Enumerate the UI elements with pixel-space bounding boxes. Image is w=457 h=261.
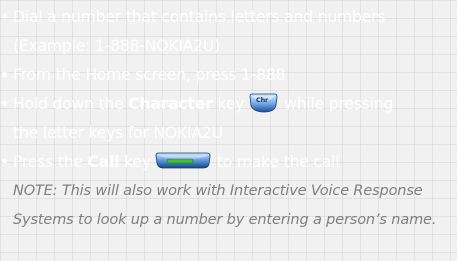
character-key-icon: Chr (249, 93, 278, 112)
instructions-panel: • Dial a number that contains letters and… (0, 0, 457, 261)
step-4-post: to make the call (216, 153, 340, 171)
step-1-text: Dial a number that contains letters and … (13, 8, 386, 26)
step-3-line-2: the letter keys for NOKIA2U (0, 119, 457, 148)
bullet-dot: • (0, 66, 9, 84)
step-3-line-1: • Hold down the Character key Chr while p… (0, 90, 457, 119)
character-key-label: Character (128, 95, 213, 113)
step-3-mid: key (212, 95, 245, 113)
step-1-line-1: • Dial a number that contains letters and… (0, 3, 457, 32)
step-1-line-2: (Example: 1-888-NOKIA2U) (0, 32, 457, 61)
bullet-dot: • (0, 153, 9, 171)
step-3-post: while pressing (284, 95, 394, 113)
bullet-dot: • (0, 8, 9, 26)
call-key-icon (155, 152, 211, 169)
step-1-example: (Example: 1-888-NOKIA2U) (13, 37, 220, 55)
svg-text:Chr: Chr (256, 96, 269, 104)
call-key-label: Call (87, 153, 120, 171)
note-line-2: Systems to look up a number by entering … (0, 206, 457, 235)
step-3-continuation: the letter keys for NOKIA2U (13, 124, 223, 142)
note-line-1: NOTE: This will also work with Interacti… (0, 177, 457, 206)
step-2-text: From the Home screen, press 1-888 (13, 66, 286, 84)
step-4-mid: key (119, 153, 151, 171)
note-text-continued: Systems to look up a number by entering … (13, 212, 437, 228)
bullet-dot: • (0, 95, 9, 113)
step-3-pre: Hold down the (13, 95, 129, 113)
step-2-line-1: • From the Home screen, press 1-888 (0, 61, 457, 90)
step-4-pre: Press the (13, 153, 88, 171)
note-text: NOTE: This will also work with Interacti… (13, 183, 423, 199)
step-4-line-1: • Press the Call key to make the call (0, 148, 457, 177)
